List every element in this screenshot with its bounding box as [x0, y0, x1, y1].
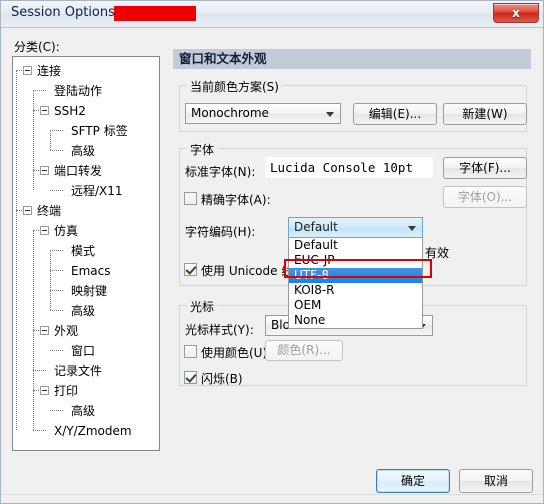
- unicode-line-checkbox[interactable]: [184, 263, 197, 276]
- exact-font-checkbox[interactable]: [184, 192, 197, 205]
- redacted-session-name: [114, 6, 196, 21]
- font-group-title: 字体: [187, 141, 218, 158]
- session-options-dialog: Session Options - x 分类(C): 连接登陆动作 SSH2 SFT…: [0, 0, 544, 504]
- cursor-blink-label: 闪烁(B): [201, 372, 243, 386]
- window-title: Session Options -: [11, 5, 124, 20]
- tree-item-label: 窗口: [71, 344, 96, 358]
- tree-guide-line: [16, 70, 18, 430]
- tree-item-label: 仿真: [54, 224, 79, 238]
- tree-item-label: 终端: [37, 204, 62, 218]
- color-scheme-combo-value: Monochrome: [191, 106, 269, 120]
- use-cursor-color-label: 使用颜色(U):: [201, 346, 272, 360]
- tree-connector: [50, 410, 63, 412]
- tree-item-label: 高级: [71, 144, 96, 158]
- tree-item-label: X/Y/Zmodem: [54, 424, 132, 438]
- tree-item-label: 端口转发: [54, 164, 103, 178]
- cursor-group-title: 光标: [187, 298, 218, 315]
- tree-item-label: 登陆动作: [54, 84, 103, 98]
- tree-connector: [50, 350, 63, 352]
- encoding-option-oem[interactable]: OEM: [289, 298, 422, 313]
- category-label: 分类(C):: [14, 40, 60, 54]
- chevron-down-icon: [408, 225, 416, 231]
- page-title: 窗口和文本外观: [173, 49, 531, 69]
- tree-item-7[interactable]: 终端: [13, 201, 159, 221]
- tree-collapse-icon[interactable]: [23, 66, 32, 75]
- close-icon[interactable]: x: [493, 3, 539, 23]
- tree-item-label: Emacs: [71, 264, 111, 278]
- encoding-dropdown-list[interactable]: Default EUC-JP UTF-8 KOI8-R OEM None: [288, 237, 423, 329]
- edit-color-scheme-button[interactable]: 编辑(E)...: [353, 103, 437, 125]
- tree-connector: [33, 430, 46, 432]
- tree-item-label: 高级: [71, 404, 96, 418]
- chevron-down-icon: [326, 111, 334, 117]
- tree-item-label: 外观: [54, 324, 79, 338]
- category-tree[interactable]: 连接 登陆动作 SSH2 SFTP 标签 高级 端口转发 远程/X11 终端 仿真 模式 Emacs…: [12, 56, 160, 451]
- use-cursor-color-checkbox[interactable]: [184, 345, 197, 358]
- normal-font-label: 标准字体(N):: [185, 165, 256, 179]
- new-color-scheme-button[interactable]: 新建(W): [443, 103, 527, 125]
- tree-guide-line: [33, 230, 35, 430]
- encoding-option-none[interactable]: None: [289, 313, 422, 328]
- tree-collapse-icon[interactable]: [40, 166, 49, 175]
- exact-font-label: 精确字体(A):: [201, 193, 271, 207]
- tree-item-label: SFTP 标签: [71, 124, 128, 138]
- ok-button[interactable]: 确定: [376, 469, 450, 493]
- encoding-option-default[interactable]: Default: [289, 238, 422, 253]
- tree-guide-line: [50, 250, 52, 310]
- tree-item-label: 记录文件: [54, 364, 103, 378]
- tree-guide-line: [33, 90, 35, 190]
- choose-font-button[interactable]: 字体(F)...: [443, 157, 527, 179]
- status-bar: [1, 494, 543, 503]
- tree-item-label: 映射键: [71, 284, 108, 298]
- cursor-color-button: 颜色(R)...: [265, 340, 343, 361]
- tree-collapse-icon[interactable]: [40, 106, 49, 115]
- tree-item-label: 打印: [54, 384, 79, 398]
- encoding-combo-value: Default: [294, 220, 338, 234]
- tree-collapse-icon[interactable]: [40, 226, 49, 235]
- tree-item-label: SSH2: [54, 104, 86, 118]
- tree-item-label: 连接: [37, 64, 62, 78]
- tree-connector: [50, 310, 63, 312]
- tree-connector: [50, 150, 63, 152]
- choose-exact-font-button: 字体(O)...: [443, 186, 527, 208]
- tree-collapse-icon[interactable]: [40, 386, 49, 395]
- tree-collapse-icon[interactable]: [40, 326, 49, 335]
- cursor-blink-checkbox[interactable]: [184, 371, 197, 384]
- tree-item-label: 高级: [71, 304, 96, 318]
- normal-font-value: Lucida Console 10pt: [265, 157, 433, 178]
- tree-collapse-icon[interactable]: [23, 206, 32, 215]
- cursor-style-label: 光标样式(Y):: [185, 323, 254, 337]
- tree-connector: [50, 190, 63, 192]
- tree-item-label: 模式: [71, 244, 96, 258]
- encoding-option-koi8-r[interactable]: KOI8-R: [289, 283, 422, 298]
- cancel-button[interactable]: 取消: [459, 469, 533, 493]
- annotation-highlight-utf8: [284, 259, 432, 278]
- title-bar: Session Options - x: [1, 1, 543, 28]
- color-scheme-group-title: 当前颜色方案(S): [187, 78, 282, 95]
- encoding-label: 字符编码(H):: [185, 225, 256, 239]
- tree-guide-line: [50, 130, 52, 150]
- encoding-combo[interactable]: Default: [288, 217, 423, 238]
- color-scheme-combo[interactable]: Monochrome: [185, 103, 341, 124]
- tree-item-label: 远程/X11: [71, 184, 123, 198]
- tree-item-0[interactable]: 连接: [13, 61, 159, 81]
